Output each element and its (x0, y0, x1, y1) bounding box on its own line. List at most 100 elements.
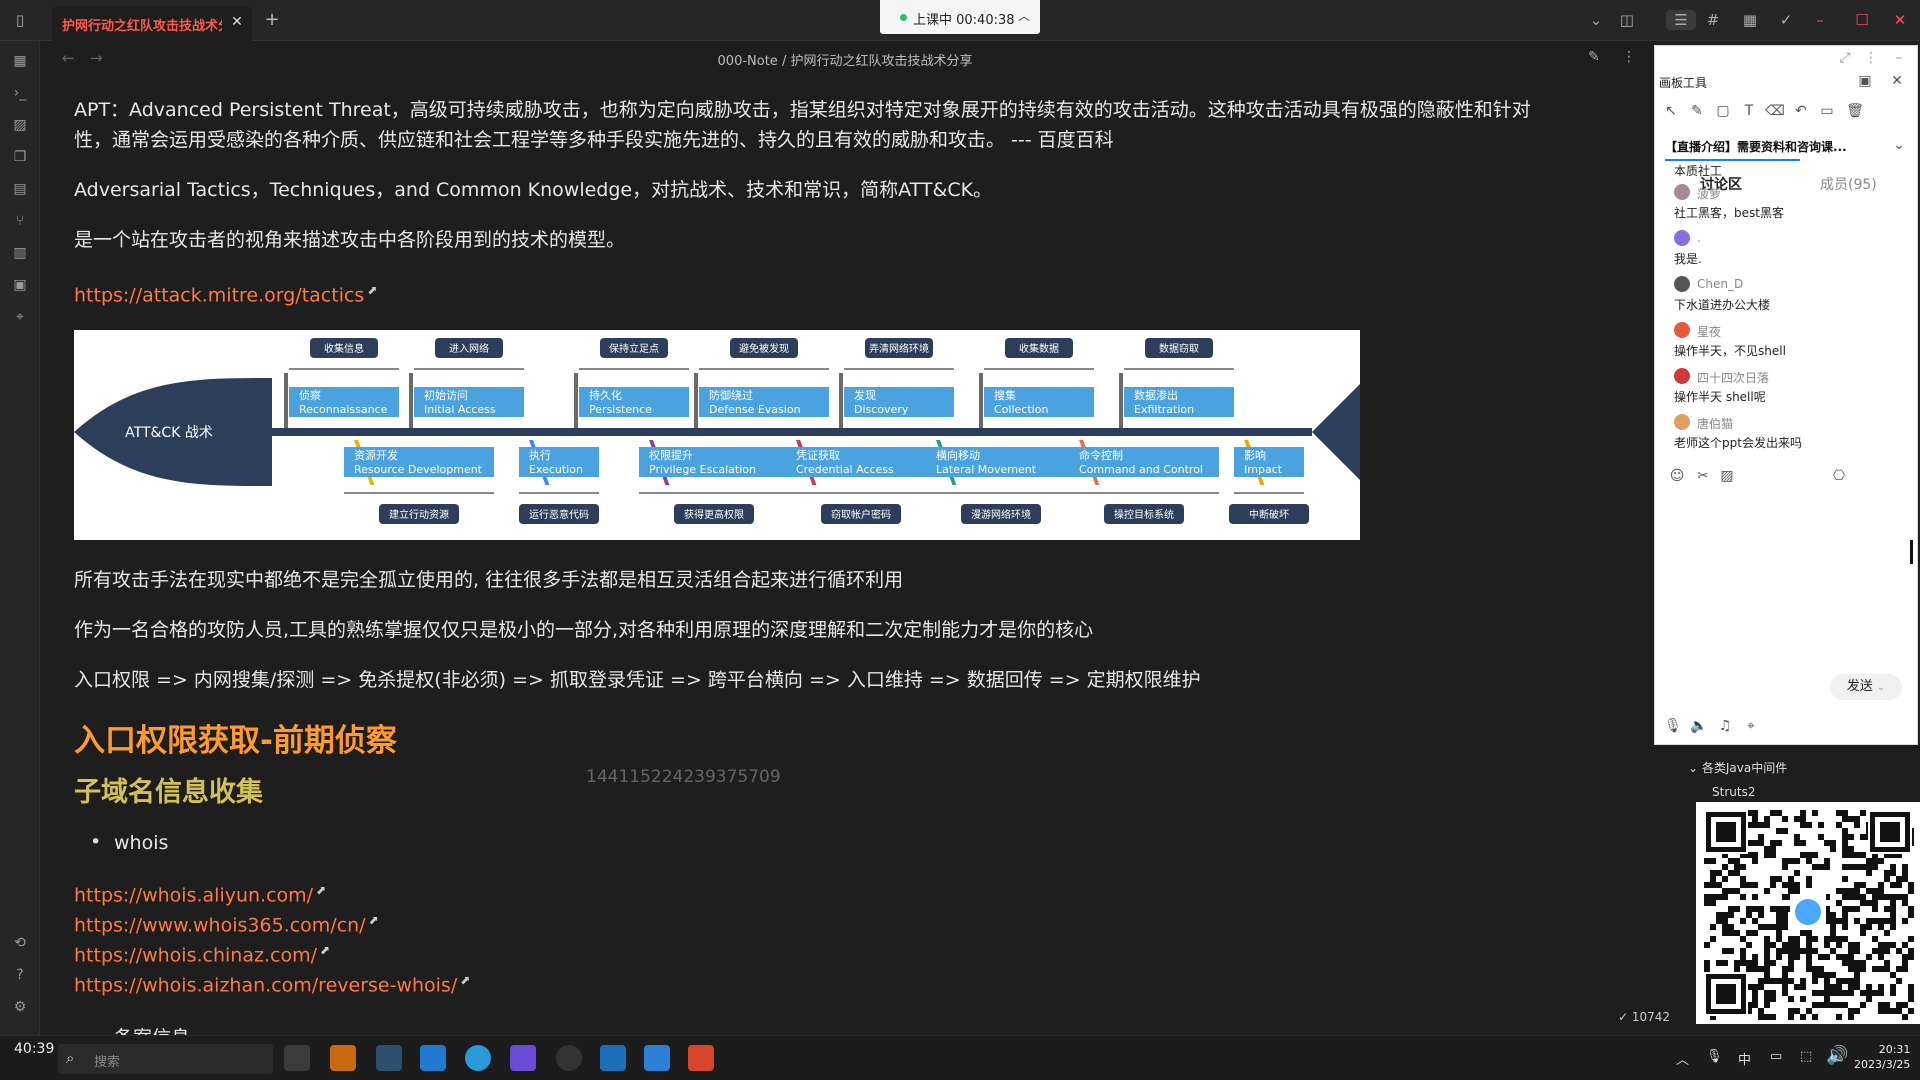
terminal-app-icon[interactable] (376, 1045, 402, 1071)
chevron-down-icon[interactable]: ⌄ (1586, 10, 1606, 30)
table-icon[interactable]: ▥ (10, 243, 30, 263)
qr-module (1746, 942, 1752, 948)
send-button[interactable]: 发送 ⌄ (1830, 674, 1902, 700)
picture-icon[interactable]: ▨ (1717, 466, 1737, 486)
scissors-icon[interactable]: ✂ (1693, 466, 1713, 486)
close-panel-icon[interactable]: ✕ (1887, 71, 1907, 91)
tab-close-icon[interactable]: ✕ (227, 12, 247, 32)
live-class-indicator[interactable]: 上课中 00:40:38 ︿ (880, 0, 1040, 34)
emoji-icon[interactable]: ☺ (1667, 466, 1687, 486)
screen-icon[interactable]: ▭ (1817, 101, 1837, 121)
edge-browser-icon[interactable] (465, 1045, 491, 1071)
sidebar-toggle-icon[interactable]: ▯ (10, 10, 30, 30)
microphone-icon[interactable]: 🎙 (1663, 716, 1683, 736)
tray-mic-icon[interactable]: 🎙 (1706, 1049, 1723, 1064)
panel-more-icon[interactable]: ⋮ (1861, 48, 1881, 68)
chat-avatar[interactable] (1674, 414, 1690, 430)
network-icon[interactable]: ▭ (1770, 1049, 1782, 1064)
whois-link-aizhan[interactable]: https://whois.aizhan.com/reverse-whois/⬈ (74, 973, 470, 996)
breadcrumb[interactable]: 000-Note / 护网行动之红队攻击技战术分享 (40, 50, 1650, 69)
chat-avatar[interactable] (1674, 184, 1690, 200)
qr-module (1746, 906, 1752, 912)
checklist-icon[interactable]: ✓ (1776, 10, 1796, 30)
tab-members[interactable]: 成员(95) (1820, 174, 1877, 194)
obsidian-icon[interactable] (510, 1045, 536, 1071)
pin-icon[interactable]: ▣ (1855, 71, 1875, 91)
trash-icon[interactable]: 🗑 (1845, 101, 1865, 121)
eraser-icon[interactable]: ⌫ (1765, 101, 1785, 121)
chat-scrollbar[interactable] (1910, 540, 1913, 564)
location-icon[interactable]: ⌖ (1741, 716, 1761, 736)
media-app-icon[interactable] (556, 1045, 582, 1071)
help-icon[interactable]: ? (10, 965, 30, 985)
top-connector (574, 373, 578, 428)
minimize-icon[interactable]: – (1808, 9, 1832, 31)
chat-avatar[interactable] (1674, 322, 1690, 338)
text-tool-icon[interactable]: T (1739, 101, 1759, 121)
sync-icon[interactable]: ⟲ (10, 933, 30, 953)
settings-gear-icon[interactable]: ⚙ (10, 997, 30, 1017)
chevron-up-icon[interactable]: ︿ (1018, 7, 1030, 24)
new-tab-button[interactable]: + (262, 10, 282, 30)
whois-link-chinaz[interactable]: https://whois.chinaz.com/⬈ (74, 943, 330, 966)
attachment-icon[interactable]: ⌖ (10, 307, 30, 327)
terminal-icon[interactable]: ›_ (10, 83, 30, 103)
tree-item-struts2[interactable]: Struts2 (1712, 785, 1755, 799)
qr-module (1734, 870, 1740, 876)
app-window-icon[interactable] (600, 1045, 626, 1071)
qr-module (1872, 894, 1878, 900)
tab-note[interactable]: 护网行动之红队攻击技战术分享 ✕ (52, 6, 252, 41)
music-icon[interactable]: ♫ (1715, 716, 1735, 736)
file-explorer-icon[interactable] (284, 1045, 310, 1071)
qr-module (1776, 936, 1782, 942)
calendar-rail-icon[interactable]: ▤ (10, 179, 30, 199)
grid-icon[interactable]: ▦ (10, 51, 30, 71)
chat-avatar[interactable] (1674, 276, 1690, 292)
chat-settings-icon[interactable]: ⎔ (1829, 466, 1849, 486)
graph-icon[interactable]: ⑂ (10, 211, 30, 231)
qr-module (1752, 918, 1758, 924)
maximize-icon[interactable]: ☐ (1850, 9, 1874, 31)
more-menu-icon[interactable]: ⋮ (1622, 49, 1636, 65)
image-icon[interactable]: ▨ (10, 115, 30, 135)
template-icon[interactable]: ▣ (10, 275, 30, 295)
select-cursor-icon[interactable]: ↖ (1661, 101, 1681, 121)
tray-chevron-icon[interactable]: ︿ (1676, 1049, 1689, 1068)
calendar-icon[interactable]: ▦ (1740, 10, 1760, 30)
ime-indicator[interactable]: 中 (1738, 1049, 1751, 1068)
qr-module (1746, 960, 1752, 966)
send-options-icon[interactable]: ⌄ (1877, 682, 1885, 693)
speaker-icon[interactable]: 🔈 (1689, 716, 1709, 736)
tray-misc-icon[interactable]: ⬚ (1800, 1049, 1812, 1064)
chat-avatar[interactable] (1674, 368, 1690, 384)
sublime-text-icon[interactable] (330, 1045, 356, 1071)
taskbar-search[interactable]: ⌕ 搜索 (58, 1044, 273, 1074)
system-clock[interactable]: 20:31 2023/3/25 (1854, 1042, 1910, 1072)
chevron-down-icon[interactable]: ⌄ (1889, 135, 1909, 155)
close-window-icon[interactable]: ✕ (1888, 9, 1912, 31)
whois-link-aliyun[interactable]: https://whois.aliyun.com/⬈ (74, 883, 326, 906)
mitre-tactics-link[interactable]: https://attack.mitre.org/tactics ⬈ (74, 283, 377, 306)
split-view-icon[interactable]: ◫ (1617, 10, 1637, 30)
undo-icon[interactable]: ↶ (1791, 101, 1811, 121)
panel-minimize-icon[interactable]: – (1889, 48, 1909, 68)
qr-module (1758, 1008, 1764, 1014)
xmind-icon[interactable] (688, 1045, 714, 1071)
files-icon[interactable]: ❐ (10, 147, 30, 167)
volume-icon[interactable]: 🔊 (1826, 1045, 1848, 1066)
edit-pencil-icon[interactable]: ✎ (1588, 49, 1600, 65)
pen-icon[interactable]: ✎ (1687, 101, 1707, 121)
tencent-class-icon[interactable] (644, 1045, 670, 1071)
rectangle-icon[interactable]: ▢ (1713, 101, 1733, 121)
whois-link-whois365[interactable]: https://www.whois365.com/cn/⬈ (74, 913, 379, 936)
course-selector[interactable]: 【直播介绍】需要资料和咨询课... (1665, 138, 1905, 155)
vscode-icon[interactable] (420, 1045, 446, 1071)
qr-module (1752, 882, 1758, 888)
qr-module (1764, 948, 1770, 954)
chat-avatar[interactable] (1674, 230, 1690, 246)
tree-group-java-middleware[interactable]: ⌄ 各类Java中间件 (1688, 759, 1787, 776)
top-tactic-cn: 初始访问 (424, 388, 468, 402)
expand-icon[interactable]: ⤢ (1835, 48, 1855, 68)
outline-icon[interactable]: ☰ (1666, 10, 1696, 30)
tag-icon[interactable]: # (1703, 10, 1723, 30)
